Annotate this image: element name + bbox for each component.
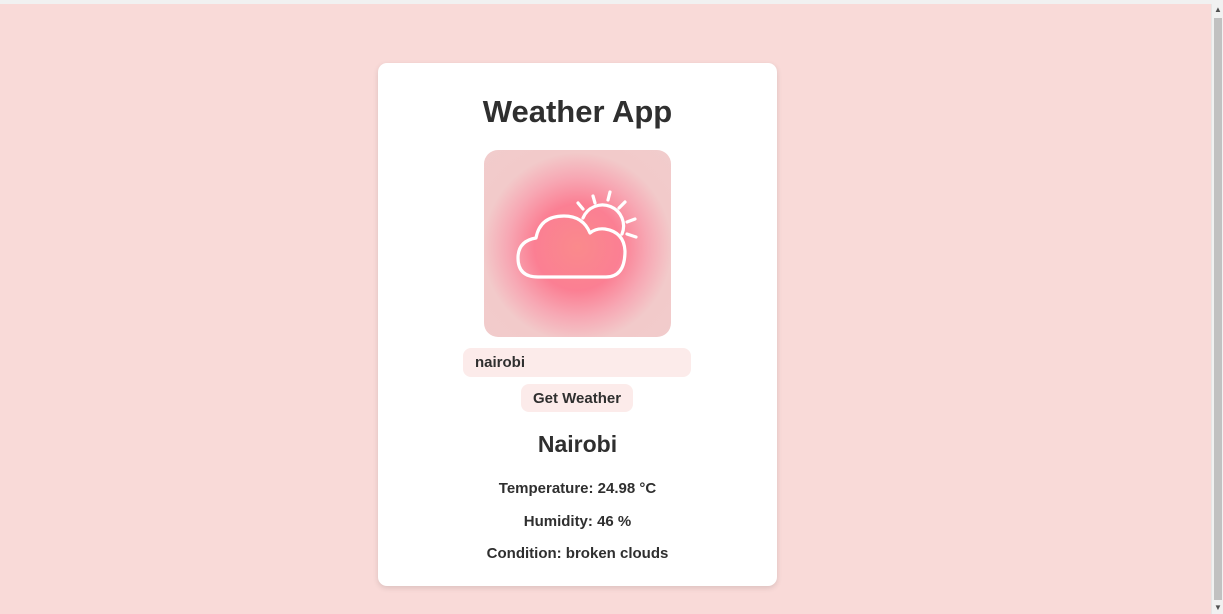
weather-illustration — [484, 150, 671, 337]
scroll-up-arrow-icon[interactable]: ▲ — [1212, 4, 1223, 16]
scrollbar-thumb[interactable] — [1214, 18, 1222, 600]
scroll-down-arrow-icon[interactable]: ▼ — [1212, 602, 1223, 614]
page-background: Weather App Get Weather — [0, 4, 1211, 614]
vertical-scrollbar[interactable]: ▲ ▼ — [1211, 4, 1223, 614]
condition-text: Condition: broken clouds — [486, 545, 669, 562]
cloud-sun-icon — [516, 190, 638, 279]
app-title: Weather App — [482, 94, 673, 129]
city-search-input[interactable] — [463, 348, 691, 377]
weather-card: Weather App Get Weather — [378, 63, 777, 586]
get-weather-button[interactable]: Get Weather — [521, 384, 633, 412]
city-name: Nairobi — [537, 431, 618, 457]
temperature-text: Temperature: 24.98 °C — [498, 480, 657, 497]
humidity-text: Humidity: 46 % — [523, 513, 632, 530]
